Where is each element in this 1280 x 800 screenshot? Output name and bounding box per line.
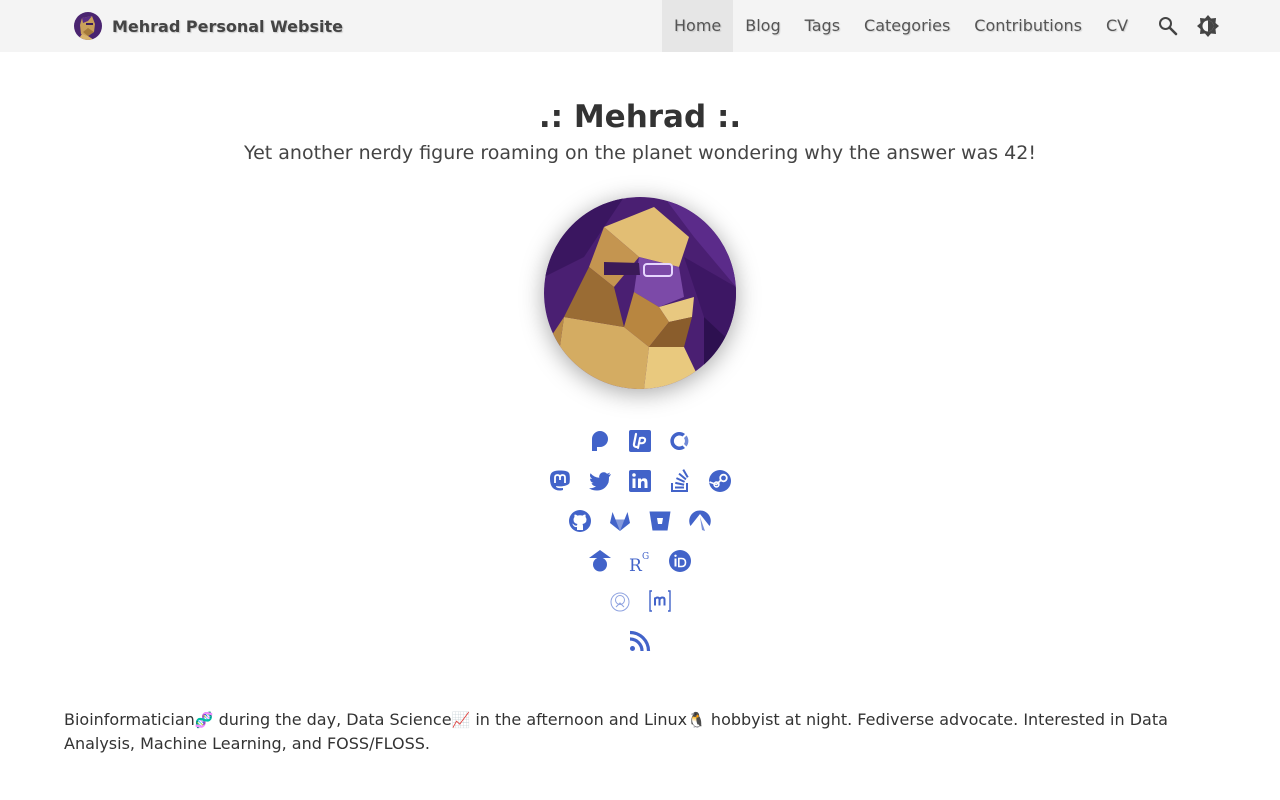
google-scholar-icon[interactable] xyxy=(580,541,620,581)
site-logo-avatar xyxy=(74,12,102,40)
svg-text:R: R xyxy=(629,556,643,573)
site-title: Mehrad Personal Website xyxy=(112,16,343,36)
social-row: R G xyxy=(0,541,1280,581)
social-row xyxy=(0,581,1280,621)
penguin-emoji: 🐧 xyxy=(687,711,706,729)
page-subtitle: Yet another nerdy figure roaming on the … xyxy=(244,142,1036,164)
social-row xyxy=(0,461,1280,501)
nav-item-tags[interactable]: Tags xyxy=(793,0,852,52)
svg-text:G: G xyxy=(642,552,649,562)
patreon-icon[interactable] xyxy=(580,421,620,461)
top-navbar: Mehrad Personal Website Home Blog Tags C… xyxy=(0,0,1280,52)
social-links: R G xyxy=(0,421,1280,661)
codeberg-icon[interactable] xyxy=(680,501,720,541)
hero-section: .: Mehrad :. Yet another nerdy figure ro… xyxy=(0,95,1280,167)
site-brand-link[interactable]: Mehrad Personal Website xyxy=(74,12,343,40)
gitlab-icon[interactable] xyxy=(600,501,640,541)
bitbucket-icon[interactable] xyxy=(640,501,680,541)
search-icon[interactable] xyxy=(1156,14,1180,38)
nav-item-categories[interactable]: Categories xyxy=(852,0,962,52)
github-icon[interactable] xyxy=(560,501,600,541)
chart-emoji: 📈 xyxy=(451,711,471,729)
bio-part-1: Bioinformatician xyxy=(64,710,195,729)
stackoverflow-icon[interactable] xyxy=(660,461,700,501)
page-title: .: Mehrad :. xyxy=(538,99,742,135)
bio-part-2: during the day, Data Science xyxy=(213,710,452,729)
linkedin-icon[interactable] xyxy=(620,461,660,501)
matrix-icon[interactable] xyxy=(640,581,680,621)
social-row xyxy=(0,501,1280,541)
orcid-icon[interactable] xyxy=(660,541,700,581)
dna-emoji: 🧬 xyxy=(194,711,214,729)
theme-toggle-icon[interactable] xyxy=(1196,14,1220,38)
researchgate-icon[interactable]: R G xyxy=(620,541,660,581)
profile-avatar xyxy=(544,197,736,389)
nav-item-contributions[interactable]: Contributions xyxy=(962,0,1094,52)
opencollective-icon[interactable] xyxy=(660,421,700,461)
twitter-icon[interactable] xyxy=(580,461,620,501)
main-menu: Home Blog Tags Categories Contributions … xyxy=(662,0,1140,52)
social-row xyxy=(0,621,1280,661)
social-row xyxy=(0,421,1280,461)
bio-text: Bioinformatician🧬 during the day, Data S… xyxy=(64,708,1224,756)
mastodon-icon[interactable] xyxy=(540,461,580,501)
bio-part-3: in the afternoon and Linux xyxy=(470,710,688,729)
rss-icon[interactable] xyxy=(620,621,660,661)
nav-item-home[interactable]: Home xyxy=(662,0,734,52)
nav-item-cv[interactable]: CV xyxy=(1094,0,1140,52)
nav-item-blog[interactable]: Blog xyxy=(733,0,792,52)
steam-icon[interactable] xyxy=(700,461,740,501)
publons-icon[interactable] xyxy=(600,581,640,621)
liberapay-icon[interactable] xyxy=(620,421,660,461)
